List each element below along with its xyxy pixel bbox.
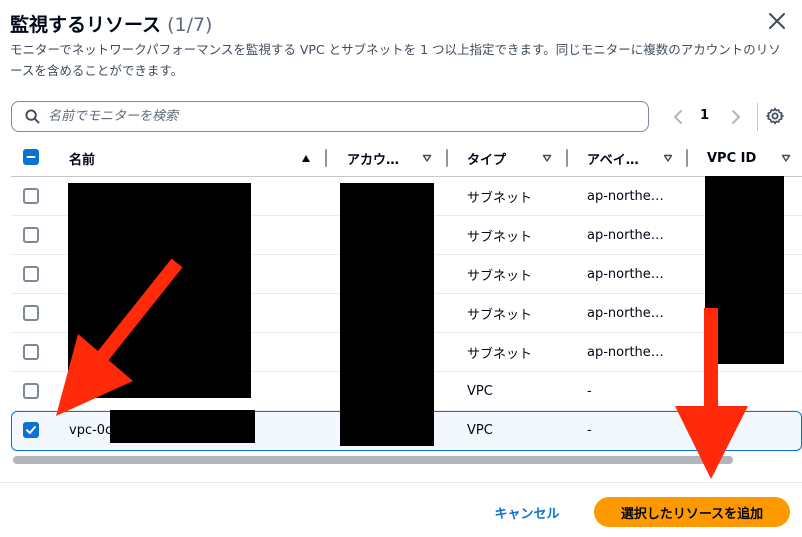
cancel-button[interactable]: キャンセル — [482, 497, 572, 527]
column-label-type: タイプ — [467, 152, 507, 168]
column-header-account[interactable]: アカウ… — [347, 139, 413, 177]
row-checkbox[interactable] — [23, 305, 39, 321]
cell-availability-zone: ap-northe… — [587, 267, 664, 282]
pagination: 1 — [668, 104, 752, 130]
cell-availability-zone: ap-northe… — [587, 345, 664, 360]
table-header: 名前 アカウ… タイプ アベイ… VPC ID — [11, 139, 802, 177]
current-page[interactable]: 1 — [700, 108, 709, 123]
column-divider[interactable] — [686, 149, 688, 167]
cell-vpc-id — [707, 411, 797, 450]
chevron-left-icon[interactable] — [670, 108, 686, 126]
row-checkbox[interactable] — [23, 227, 39, 243]
redaction-block — [110, 410, 255, 443]
modal-title-text: 監視するリソース — [10, 14, 162, 36]
column-header-vpc-id[interactable]: VPC ID — [707, 139, 767, 177]
add-selected-resources-button[interactable]: 選択したリソースを追加 — [594, 497, 790, 527]
cell-type: VPC — [467, 423, 493, 438]
cell-type: サブネット — [467, 347, 533, 362]
row-checkbox-checked[interactable] — [23, 422, 39, 438]
scrollbar-thumb[interactable] — [13, 456, 733, 464]
preferences-button[interactable] — [766, 107, 784, 125]
close-button[interactable] — [764, 8, 790, 34]
cell-availability-zone: - — [587, 423, 592, 438]
close-icon — [769, 13, 785, 29]
selection-count: (1/7) — [167, 14, 213, 36]
minus-icon — [26, 156, 36, 158]
redaction-block — [68, 183, 251, 398]
gear-icon — [766, 107, 784, 125]
search-input[interactable] — [48, 106, 638, 127]
column-divider[interactable] — [566, 149, 568, 167]
modal-description: モニターでネットワークパフォーマンスを監視する VPC とサブネットを 1 つ以… — [10, 42, 781, 78]
column-header-name[interactable]: 名前 — [69, 139, 299, 177]
cell-availability-zone: ap-northe… — [587, 228, 664, 243]
redaction-block — [340, 183, 434, 446]
sort-icon[interactable] — [781, 153, 791, 163]
cell-type: サブネット — [467, 230, 533, 245]
chevron-right-icon[interactable] — [728, 108, 744, 126]
column-divider[interactable] — [446, 149, 448, 167]
cell-vpc-id — [707, 372, 797, 411]
cell-type: サブネット — [467, 308, 533, 323]
modal-header: 監視するリソース (1/7) モニターでネットワークパフォーマンスを監視する VP… — [0, 0, 802, 90]
search-icon — [25, 109, 40, 124]
row-checkbox[interactable] — [23, 266, 39, 282]
search-field[interactable] — [11, 101, 649, 132]
select-all-checkbox[interactable] — [23, 149, 39, 165]
column-label-name: 名前 — [69, 152, 96, 168]
row-checkbox[interactable] — [23, 188, 39, 204]
cell-type: VPC — [467, 384, 493, 399]
pager-divider — [757, 103, 758, 131]
column-label-az: アベイ… — [587, 152, 639, 168]
cell-availability-zone: ap-northe… — [587, 306, 664, 321]
modal-title: 監視するリソース (1/7) — [10, 10, 212, 37]
row-checkbox[interactable] — [23, 344, 39, 360]
cell-availability-zone: - — [587, 384, 592, 399]
column-header-availability-zone[interactable]: アベイ… — [587, 139, 669, 177]
sort-icon[interactable] — [663, 153, 673, 163]
column-divider[interactable] — [325, 149, 327, 167]
cell-type: サブネット — [467, 269, 533, 284]
checkmark-icon — [26, 426, 36, 434]
column-label-account: アカウ… — [347, 152, 400, 168]
cell-type: サブネット — [467, 191, 533, 206]
footer-divider — [0, 482, 802, 483]
cell-availability-zone: ap-northe… — [587, 189, 664, 204]
column-header-type[interactable]: タイプ — [467, 139, 527, 177]
horizontal-scrollbar[interactable] — [11, 456, 790, 465]
row-checkbox[interactable] — [23, 383, 39, 399]
sort-icon[interactable] — [542, 153, 552, 163]
sort-icon[interactable] — [422, 153, 432, 163]
column-label-vpc-id: VPC ID — [707, 150, 757, 166]
redaction-block — [705, 176, 784, 364]
sort-ascending-icon[interactable] — [301, 153, 311, 163]
